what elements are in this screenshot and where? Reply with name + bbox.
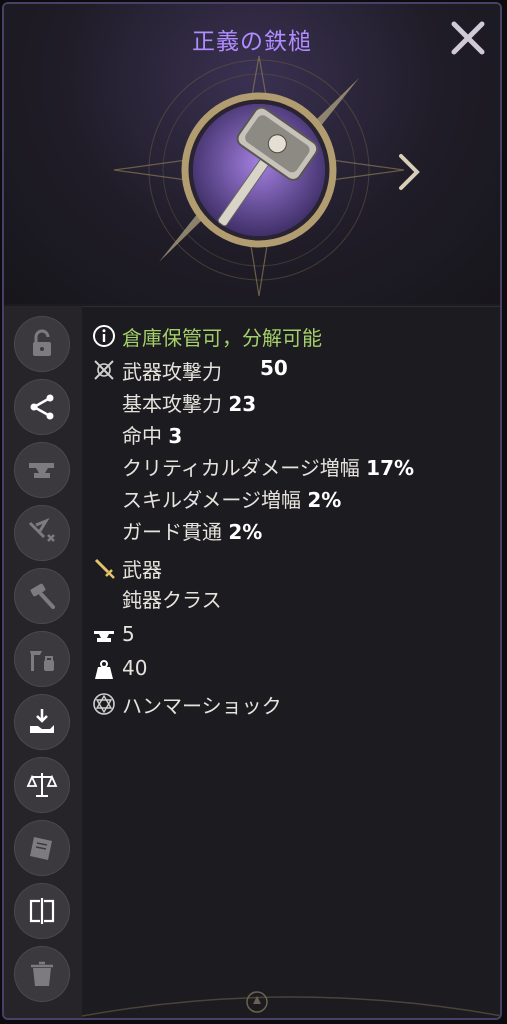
stat-label: クリティカルダメージ増幅 [122, 456, 360, 480]
hammer-icon [30, 583, 55, 609]
scales-icon [26, 773, 58, 797]
stat-value: 2% [228, 520, 263, 544]
stat-value: 17% [366, 456, 415, 480]
stat-row: ガード貫通 2% [122, 516, 262, 544]
deposit-icon [30, 709, 54, 733]
share-button[interactable] [14, 379, 70, 435]
header-divider [82, 306, 500, 307]
item-emblem [113, 56, 405, 297]
close-icon[interactable] [448, 18, 488, 58]
book-icon [30, 837, 52, 860]
weight-value: 40 [122, 656, 148, 680]
weight-icon [95, 660, 113, 679]
compare-button[interactable] [14, 883, 70, 939]
class-row: 鈍器クラス [122, 584, 222, 612]
item-title: 正義の鉄槌 [192, 29, 312, 55]
enhance-level: 5 [122, 622, 135, 646]
attack-icon [94, 360, 114, 380]
craft-icon [28, 517, 55, 542]
stat-value: 2% [307, 488, 342, 512]
craft-button[interactable] [14, 505, 70, 561]
compare-icon [29, 898, 55, 924]
stat-row: スキルダメージ増幅 2% [122, 484, 341, 512]
stat-value: 3 [168, 424, 183, 448]
stat-row: 命中 3 [122, 420, 182, 448]
stat-value: 50 [260, 356, 288, 380]
item-header: 正義の鉄槌 [4, 4, 500, 304]
stat-label: スキルダメージ増幅 [122, 488, 301, 512]
footer-ornament [82, 991, 500, 1017]
trade-button[interactable] [14, 757, 70, 813]
hexagram-icon [93, 693, 115, 715]
tools-icon [30, 651, 54, 671]
sword-icon [94, 558, 115, 579]
enhance-button[interactable] [14, 442, 70, 498]
deposit-button[interactable] [14, 694, 70, 750]
stat-label: 基本攻撃力 [122, 392, 222, 416]
anvil-icon [29, 463, 54, 478]
storage-status: 倉庫保管可，分解可能 [122, 326, 322, 350]
stat-label: 武器攻撃力 [122, 360, 222, 384]
stat-row: 基本攻撃力 23 [122, 388, 256, 416]
tools-button[interactable] [14, 631, 70, 687]
stat-label: 命中 [122, 424, 162, 448]
stat-row: クリティカルダメージ増幅 17% [122, 452, 414, 480]
delete-button[interactable] [14, 946, 70, 1002]
stat-label: ガード貫通 [122, 520, 222, 544]
anvil-icon [94, 631, 114, 642]
action-sidebar [4, 306, 82, 1018]
item-class: 鈍器クラス [122, 588, 222, 612]
codex-button[interactable] [14, 820, 70, 876]
repair-button[interactable] [14, 568, 70, 624]
lock-button[interactable] [14, 316, 70, 372]
share-icon [30, 394, 54, 420]
info-icon [93, 325, 115, 347]
item-detail-panel: 正義の鉄槌 倉庫保管可，分解可能 武器攻撃力 50 基本攻撃力 23 命中 3 … [2, 2, 502, 1020]
trash-icon [31, 961, 53, 986]
lock-open-icon [33, 329, 51, 356]
next-item-chevron-icon[interactable] [396, 152, 422, 192]
stat-value: 23 [228, 392, 257, 416]
skill-name: ハンマーショック [122, 694, 282, 718]
item-category: 武器 [122, 558, 162, 582]
